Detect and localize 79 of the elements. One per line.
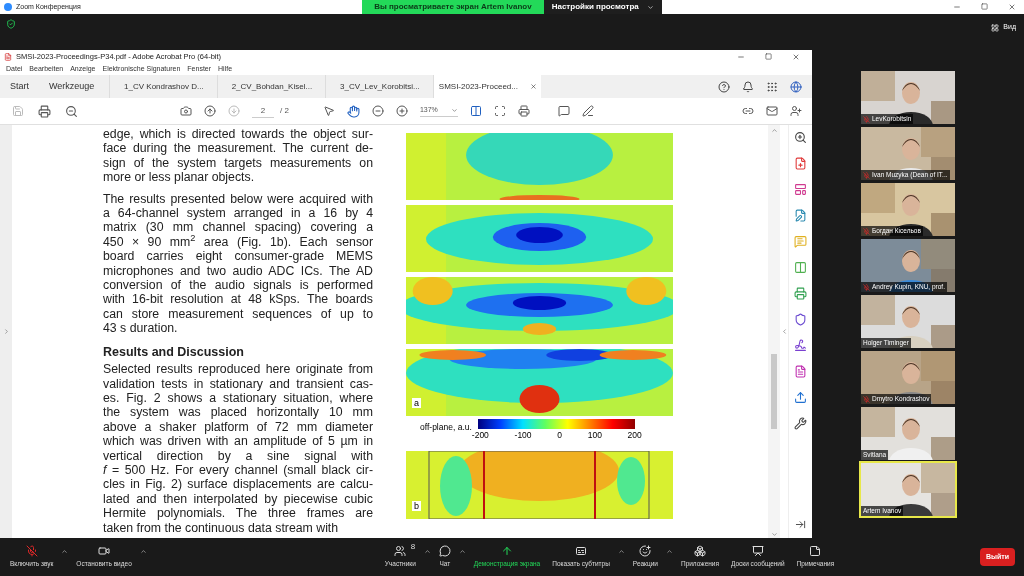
printer-icon[interactable]	[794, 287, 807, 300]
previous-page-icon[interactable]	[204, 105, 216, 117]
pen-icon[interactable]	[581, 105, 594, 117]
caret-icon[interactable]	[665, 547, 673, 555]
reaction-icon	[639, 545, 652, 558]
zoom-out-icon[interactable]	[371, 105, 384, 117]
caret-icon[interactable]	[423, 547, 431, 555]
link-icon[interactable]	[742, 105, 754, 117]
caret-icon	[646, 3, 654, 11]
section-heading: Results and Discussion	[103, 344, 245, 360]
paragraph: The results presented below were acquired with a 64-channel system arranged in a 16 by 4 matrix (30 mm channel spacing) covering a 450 × 90 mm$^{2}$ area (Fig. 1b). Each sensor board carries eight consumer-grade MEMS microphones and two audio ADC ICs. The AD conversion of the audio signals is performed with 16-bit resolution at 48 kSps. The boards can store measurement sequences of up to 43 s duration.	[103, 191, 373, 336]
participant-count: 8	[410, 541, 416, 554]
security-shield-icon	[6, 19, 16, 29]
layout-icon[interactable]	[794, 183, 807, 196]
tick-label: -200	[471, 430, 489, 442]
panel-label: a	[412, 398, 421, 408]
colorbar-label: off-plane, a.u.	[420, 421, 472, 434]
close-icon	[529, 83, 537, 90]
document-icon[interactable]	[794, 365, 807, 378]
video-camera-icon	[98, 545, 111, 558]
zoom-logo-icon	[4, 3, 12, 11]
globe-icon[interactable]	[790, 80, 802, 93]
pointer-icon[interactable]	[322, 105, 335, 117]
pdf-file-icon	[4, 52, 12, 61]
bell-icon[interactable]	[742, 80, 754, 93]
search-icon[interactable]	[65, 104, 78, 118]
paragraph: Selected results reproduced here originate from validation tests in stationary and transient cas- es. Fig. 2 shows a stationary situation, where the system was placed horizontally 10 mm above a shaker platform of 72 mm diameter which was driven with an amplitude of 5 µm in vertical direction by a sine signal with f = 500 Hz. For every channel (small black cir- cles in Fig. 2) surface displacements are calcu- lated and then interpolated by piecewise cubic Hermite polynomials. The three frames are taken from the continuous data stream with	[103, 362, 373, 535]
maximize-icon[interactable]	[981, 3, 988, 10]
columns-icon[interactable]	[794, 261, 807, 274]
maximize-icon[interactable]	[765, 52, 772, 60]
tick-label: 100	[587, 429, 602, 442]
participants-icon	[394, 545, 407, 558]
caret-icon[interactable]	[139, 547, 147, 555]
home-tab[interactable]: Werkzeuge	[39, 75, 110, 98]
panel-label: b	[412, 500, 421, 511]
page-total: / 2	[280, 105, 289, 117]
notes-icon	[809, 545, 822, 558]
shield-icon[interactable]	[794, 313, 807, 326]
chat-icon	[438, 545, 451, 558]
close-icon[interactable]	[1008, 3, 1016, 11]
caret-icon	[450, 107, 458, 114]
view-settings-button[interactable]: Настройки просмотра	[543, 0, 662, 14]
file-edit-icon[interactable]	[794, 209, 807, 222]
upload-icon[interactable]	[794, 391, 807, 404]
caret-icon[interactable]	[458, 547, 466, 555]
caret-icon[interactable]	[617, 547, 625, 555]
camera-icon[interactable]	[180, 105, 192, 117]
caret-icon[interactable]	[61, 547, 69, 555]
add-user-icon[interactable]	[790, 105, 802, 117]
signature-icon[interactable]	[794, 339, 807, 352]
whiteboard-icon	[751, 545, 764, 558]
scrollbar-thumb[interactable]	[771, 354, 777, 429]
wrench-icon[interactable]	[794, 417, 807, 430]
tick-label: -100	[514, 429, 532, 442]
apps-icon	[693, 545, 706, 558]
zoom-in-icon[interactable]	[794, 131, 807, 144]
comment-icon[interactable]	[557, 105, 570, 117]
document-tab[interactable]: SMSI-2023-Proceed...	[433, 75, 542, 98]
tick-label: 0	[557, 429, 562, 442]
help-icon[interactable]	[718, 80, 730, 93]
mail-icon[interactable]	[766, 105, 778, 117]
print-icon[interactable]	[38, 104, 51, 118]
home-tab[interactable]: Start	[0, 75, 39, 98]
muted-microphone-icon	[25, 545, 38, 558]
page-view-icon[interactable]	[469, 105, 482, 117]
captions-icon	[575, 545, 588, 558]
zoom-in-icon[interactable]	[395, 105, 408, 117]
panel-toggle-icon[interactable]	[795, 519, 806, 530]
tick-label: 200	[627, 429, 642, 442]
close-icon[interactable]	[792, 52, 800, 61]
page-number-field[interactable]: 2	[252, 104, 274, 118]
hand-icon[interactable]	[346, 104, 360, 118]
paragraph: edge, which is directed towards the object sur- face during the measurement. The current de- sign of the system targets measurements on more or less planar objects.	[103, 127, 373, 185]
scan-icon[interactable]	[493, 105, 506, 117]
apps-grid-icon[interactable]	[766, 80, 778, 93]
layout-icon	[991, 23, 1000, 32]
sharing-banner: Вы просматриваете экран Artem Ivanov	[362, 0, 544, 14]
file-plus-icon[interactable]	[794, 157, 807, 170]
share-screen-icon	[501, 545, 513, 558]
